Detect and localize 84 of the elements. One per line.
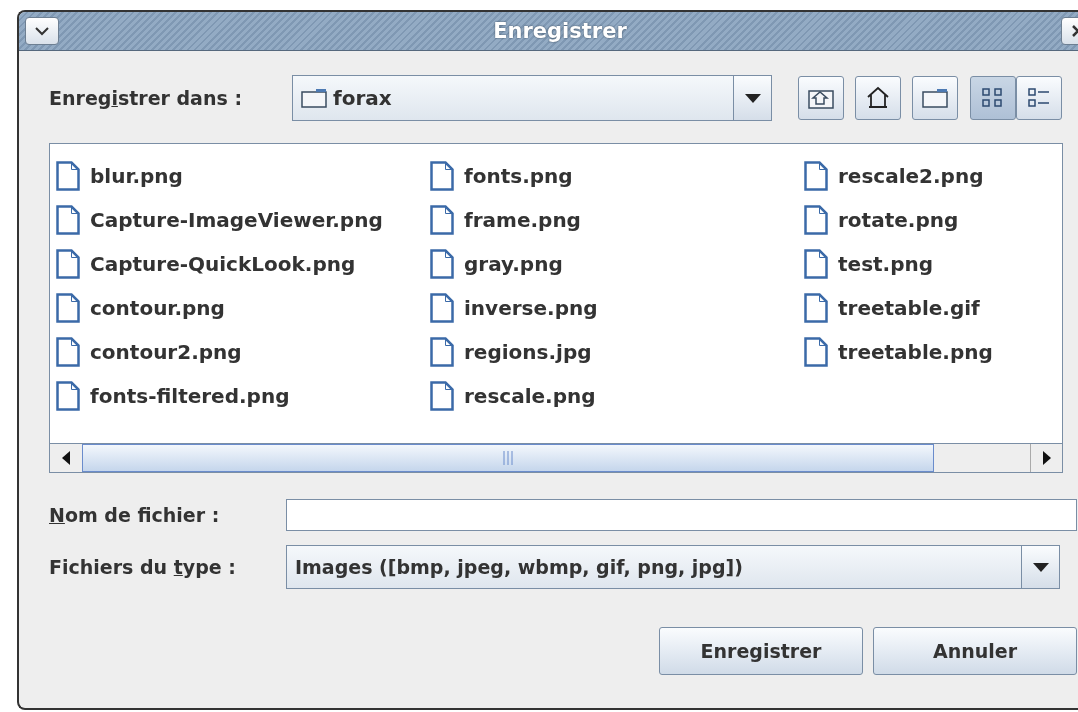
file-item[interactable]: fonts-filtered.png [56, 374, 430, 418]
file-icon [804, 293, 828, 323]
file-name: rescale2.png [838, 164, 984, 188]
details-view-icon [1027, 86, 1051, 110]
file-name-label: Nom de fichier : [49, 504, 221, 526]
dropdown-button[interactable] [733, 76, 771, 120]
file-item[interactable]: inverse.png [430, 286, 804, 330]
window-menu-button[interactable] [25, 17, 59, 45]
file-icon [56, 161, 80, 191]
home-button[interactable] [855, 76, 901, 120]
file-name: treetable.gif [838, 296, 980, 320]
file-name: inverse.png [464, 296, 598, 320]
file-item[interactable]: frame.png [430, 198, 804, 242]
file-item[interactable]: rotate.png [804, 198, 1062, 242]
file-item[interactable]: contour.png [56, 286, 430, 330]
file-item[interactable]: treetable.gif [804, 286, 1062, 330]
file-name: Capture-ImageViewer.png [90, 208, 383, 232]
file-name: rescale.png [464, 384, 596, 408]
file-item[interactable]: rescale2.png [804, 154, 1062, 198]
scrollbar-thumb[interactable] [82, 444, 934, 472]
file-name: contour2.png [90, 340, 242, 364]
list-view-icon [981, 86, 1005, 110]
file-icon [56, 293, 80, 323]
file-icon [430, 381, 454, 411]
folder-name: forax [333, 86, 392, 110]
folder-icon [301, 88, 327, 108]
folder-up-icon [808, 87, 834, 109]
file-name: regions.jpg [464, 340, 592, 364]
list-view-button[interactable] [970, 76, 1016, 120]
file-icon [430, 337, 454, 367]
save-button[interactable]: Enregistrer [659, 627, 863, 675]
file-name: frame.png [464, 208, 581, 232]
folder-dropdown[interactable]: forax [292, 75, 772, 121]
file-item[interactable]: rescale.png [430, 374, 804, 418]
window-title: Enregistrer [492, 19, 628, 43]
file-name: fonts.png [464, 164, 573, 188]
dropdown-button[interactable] [1021, 546, 1059, 588]
file-icon [430, 293, 454, 323]
dropdown-arrow-icon [744, 93, 761, 103]
file-name: gray.png [464, 252, 563, 276]
file-icon [804, 337, 828, 367]
file-name: contour.png [90, 296, 225, 320]
file-type-value: Images ([bmp, jpeg, wbmp, gif, png, jpg]) [294, 556, 744, 578]
file-name: fonts-filtered.png [90, 384, 290, 408]
file-name: rotate.png [838, 208, 959, 232]
file-icon [430, 205, 454, 235]
file-icon [804, 161, 828, 191]
details-view-button[interactable] [1016, 76, 1062, 120]
file-item[interactable]: Capture-QuickLook.png [56, 242, 430, 286]
file-icon [56, 205, 80, 235]
file-icon [56, 381, 80, 411]
left-arrow-icon [62, 451, 70, 465]
file-icon [430, 249, 454, 279]
file-icon [804, 249, 828, 279]
chevron-down-icon [35, 26, 49, 36]
cancel-button[interactable]: Annuler [873, 627, 1077, 675]
file-item[interactable]: gray.png [430, 242, 804, 286]
horizontal-scrollbar[interactable] [50, 443, 1062, 472]
file-type-dropdown[interactable]: Images ([bmp, jpeg, wbmp, gif, png, jpg]) [286, 545, 1060, 589]
file-item[interactable]: fonts.png [430, 154, 804, 198]
folder-icon [922, 88, 948, 108]
file-item[interactable]: treetable.png [804, 330, 1062, 374]
up-folder-button[interactable] [798, 76, 844, 120]
file-item[interactable]: Capture-ImageViewer.png [56, 198, 430, 242]
file-name: blur.png [90, 164, 183, 188]
file-icon [804, 205, 828, 235]
file-icon [56, 337, 80, 367]
dropdown-arrow-icon [1032, 562, 1049, 572]
file-item[interactable]: test.png [804, 242, 1062, 286]
file-item[interactable]: contour2.png [56, 330, 430, 374]
file-icon [56, 249, 80, 279]
file-name: test.png [838, 252, 934, 276]
file-name: Capture-QuickLook.png [90, 252, 356, 276]
file-name-input[interactable] [286, 499, 1077, 531]
grip-icon [503, 451, 513, 465]
file-name: treetable.png [838, 340, 993, 364]
right-arrow-icon [1042, 451, 1051, 465]
file-item[interactable]: blur.png [56, 154, 430, 198]
file-type-label: Fichiers du type : [49, 556, 237, 578]
new-folder-button[interactable] [912, 76, 958, 120]
home-icon [866, 86, 890, 110]
file-icon [430, 161, 454, 191]
file-item[interactable]: regions.jpg [430, 330, 804, 374]
save-in-label: Enregistrer dans : [49, 87, 243, 109]
